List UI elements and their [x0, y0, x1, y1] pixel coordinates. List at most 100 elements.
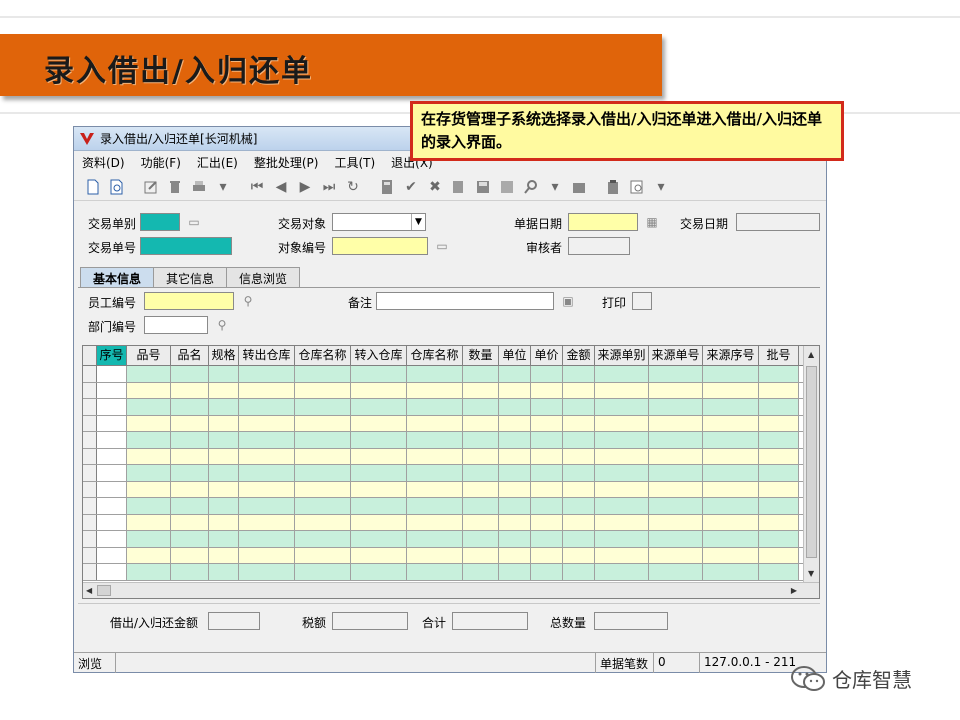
object-code-field[interactable]	[332, 237, 428, 255]
grid-cell[interactable]	[595, 498, 649, 514]
grid-cell[interactable]	[703, 498, 759, 514]
grid-cell[interactable]	[171, 465, 209, 481]
table-row[interactable]	[83, 564, 819, 581]
trade-type-field[interactable]	[140, 213, 180, 231]
grid-cell[interactable]	[649, 481, 703, 497]
grid-cell[interactable]	[97, 514, 127, 530]
grid-cell[interactable]	[499, 366, 531, 382]
grid-cell[interactable]	[295, 465, 351, 481]
tab-basic-info[interactable]: 基本信息	[80, 267, 155, 287]
grid-cell[interactable]	[595, 432, 649, 448]
table-row[interactable]	[83, 514, 819, 531]
row-header-cell[interactable]	[83, 547, 97, 563]
grid-cell[interactable]	[407, 481, 463, 497]
grid-cell[interactable]	[649, 514, 703, 530]
dept-lookup-icon[interactable]: ⚲	[214, 317, 230, 333]
row-header-cell[interactable]	[83, 481, 97, 497]
clipboard-icon[interactable]	[602, 176, 624, 198]
grid-cell[interactable]	[295, 432, 351, 448]
grid-cell[interactable]	[463, 531, 499, 547]
folder-icon[interactable]	[568, 176, 590, 198]
remark-edit-icon[interactable]: ▣	[560, 293, 576, 309]
grid-cell[interactable]	[407, 399, 463, 415]
grid-cell[interactable]	[563, 415, 595, 431]
grid-cell[interactable]	[209, 382, 239, 398]
grid-cell[interactable]	[171, 514, 209, 530]
row-header-cell[interactable]	[83, 366, 97, 382]
approve-icon[interactable]	[496, 176, 518, 198]
grid-cell[interactable]	[499, 448, 531, 464]
grid-cell[interactable]	[531, 432, 563, 448]
grid-cell[interactable]	[239, 432, 295, 448]
grid-cell[interactable]	[463, 382, 499, 398]
grid-cell[interactable]	[407, 547, 463, 563]
calendar-icon[interactable]: ▦	[644, 214, 660, 230]
grid-cell[interactable]	[595, 415, 649, 431]
grid-cell[interactable]	[97, 481, 127, 497]
grid-column-header[interactable]: 单价	[531, 346, 563, 365]
open-lookup-icon[interactable]: ▭	[186, 214, 202, 230]
grid-cell[interactable]	[351, 382, 407, 398]
grid-cell[interactable]	[127, 432, 171, 448]
grid-cell[interactable]	[295, 382, 351, 398]
grid-cell[interactable]	[127, 547, 171, 563]
grid-cell[interactable]	[649, 531, 703, 547]
grid-cell[interactable]	[463, 547, 499, 563]
grid-cell[interactable]	[499, 531, 531, 547]
grid-column-header[interactable]: 来源单别	[595, 346, 649, 365]
refresh-icon[interactable]: ↻	[342, 176, 364, 198]
grid-cell[interactable]	[563, 498, 595, 514]
grid-cell[interactable]	[209, 481, 239, 497]
remark-field[interactable]	[376, 292, 554, 310]
grid-cell[interactable]	[463, 498, 499, 514]
table-row[interactable]	[83, 498, 819, 515]
row-header-cell[interactable]	[83, 498, 97, 514]
grid-cell[interactable]	[127, 448, 171, 464]
grid-cell[interactable]	[499, 382, 531, 398]
grid-cell[interactable]	[127, 481, 171, 497]
grid-column-header[interactable]: 批号	[759, 346, 799, 365]
grid-cell[interactable]	[703, 481, 759, 497]
grid-cell[interactable]	[759, 547, 799, 563]
table-row[interactable]	[83, 432, 819, 449]
grid-cell[interactable]	[649, 498, 703, 514]
menu-data[interactable]: 资料(D)	[82, 154, 125, 171]
delete-icon[interactable]	[164, 176, 186, 198]
grid-cell[interactable]	[351, 399, 407, 415]
grid-cell[interactable]	[563, 432, 595, 448]
menu-export[interactable]: 汇出(E)	[197, 154, 238, 171]
dept-field[interactable]	[144, 316, 208, 334]
grid-cell[interactable]	[239, 514, 295, 530]
grid-cell[interactable]	[171, 366, 209, 382]
grid-cell[interactable]	[407, 448, 463, 464]
grid-cell[interactable]	[127, 498, 171, 514]
table-row[interactable]	[83, 399, 819, 416]
grid-column-header[interactable]: 仓库名称	[407, 346, 463, 365]
grid-column-header[interactable]: 转出仓库	[239, 346, 295, 365]
grid-cell[interactable]	[407, 432, 463, 448]
grid-cell[interactable]	[463, 465, 499, 481]
table-row[interactable]	[83, 382, 819, 399]
grid-column-header[interactable]: 金额	[563, 346, 595, 365]
grid-cell[interactable]	[97, 564, 127, 580]
last-record-icon[interactable]: ⏭	[318, 176, 340, 198]
table-row[interactable]	[83, 531, 819, 548]
row-header-cell[interactable]	[83, 448, 97, 464]
grid-cell[interactable]	[499, 481, 531, 497]
grid-cell[interactable]	[595, 465, 649, 481]
grid-cell[interactable]	[463, 481, 499, 497]
grid-cell[interactable]	[97, 448, 127, 464]
grid-cell[interactable]	[239, 531, 295, 547]
grid-cell[interactable]	[407, 415, 463, 431]
scroll-right-icon[interactable]: ▶	[791, 586, 797, 595]
grid-cell[interactable]	[209, 498, 239, 514]
grid-cell[interactable]	[531, 514, 563, 530]
calculator-icon[interactable]	[376, 176, 398, 198]
edit-icon[interactable]	[140, 176, 162, 198]
grid-cell[interactable]	[703, 531, 759, 547]
grid-cell[interactable]	[209, 547, 239, 563]
grid-cell[interactable]	[499, 465, 531, 481]
menu-tools[interactable]: 工具(T)	[334, 154, 375, 171]
grid-cell[interactable]	[759, 531, 799, 547]
grid-cell[interactable]	[649, 382, 703, 398]
